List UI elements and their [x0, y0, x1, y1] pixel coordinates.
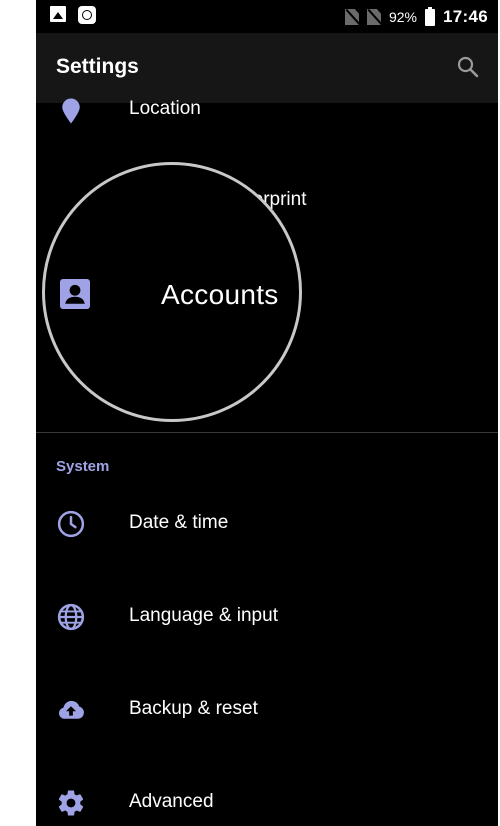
settings-item-advanced[interactable]: Advanced — [36, 773, 498, 826]
magnifier-overlay: Accounts — [42, 162, 302, 422]
cloud-upload-icon — [58, 700, 84, 719]
battery-icon — [425, 6, 436, 26]
battery-percentage: 92% — [388, 9, 418, 25]
clock-icon — [57, 510, 85, 538]
location-pin-icon — [62, 98, 80, 124]
settings-item-label: Location — [129, 98, 201, 119]
clock: 17:46 — [443, 7, 488, 26]
settings-item-backup-reset[interactable]: Backup & reset — [36, 680, 498, 740]
settings-item-language-input[interactable]: Language & input — [36, 587, 498, 647]
settings-item-date-time[interactable]: Date & time — [36, 494, 498, 554]
image-notification-icon — [50, 6, 66, 22]
status-notifications — [50, 6, 96, 24]
globe-icon — [57, 603, 85, 631]
page: 92% 17:46 Settings Location fingerprint — [0, 0, 500, 826]
settings-item-label: Date & time — [129, 512, 229, 533]
app-notification-icon — [78, 6, 96, 24]
no-sim-icon — [366, 9, 381, 25]
phone-screen: 92% 17:46 Settings Location fingerprint — [36, 0, 498, 826]
accounts-label: Accounts — [161, 279, 279, 310]
status-system-icons: 92% 17:46 — [344, 6, 488, 27]
search-icon[interactable] — [456, 55, 480, 79]
settings-item-location[interactable]: Location — [36, 86, 498, 146]
section-header-system: System — [56, 458, 110, 475]
account-box-icon — [60, 279, 90, 309]
settings-item-label: Backup & reset — [129, 698, 258, 719]
no-sim-icon — [344, 9, 359, 25]
settings-item-label: Advanced — [129, 791, 214, 812]
page-title: Settings — [56, 55, 139, 78]
settings-item-label: Language & input — [129, 605, 278, 626]
status-bar: 92% 17:46 — [36, 0, 498, 33]
gear-icon — [58, 790, 84, 816]
section-divider — [36, 432, 498, 433]
